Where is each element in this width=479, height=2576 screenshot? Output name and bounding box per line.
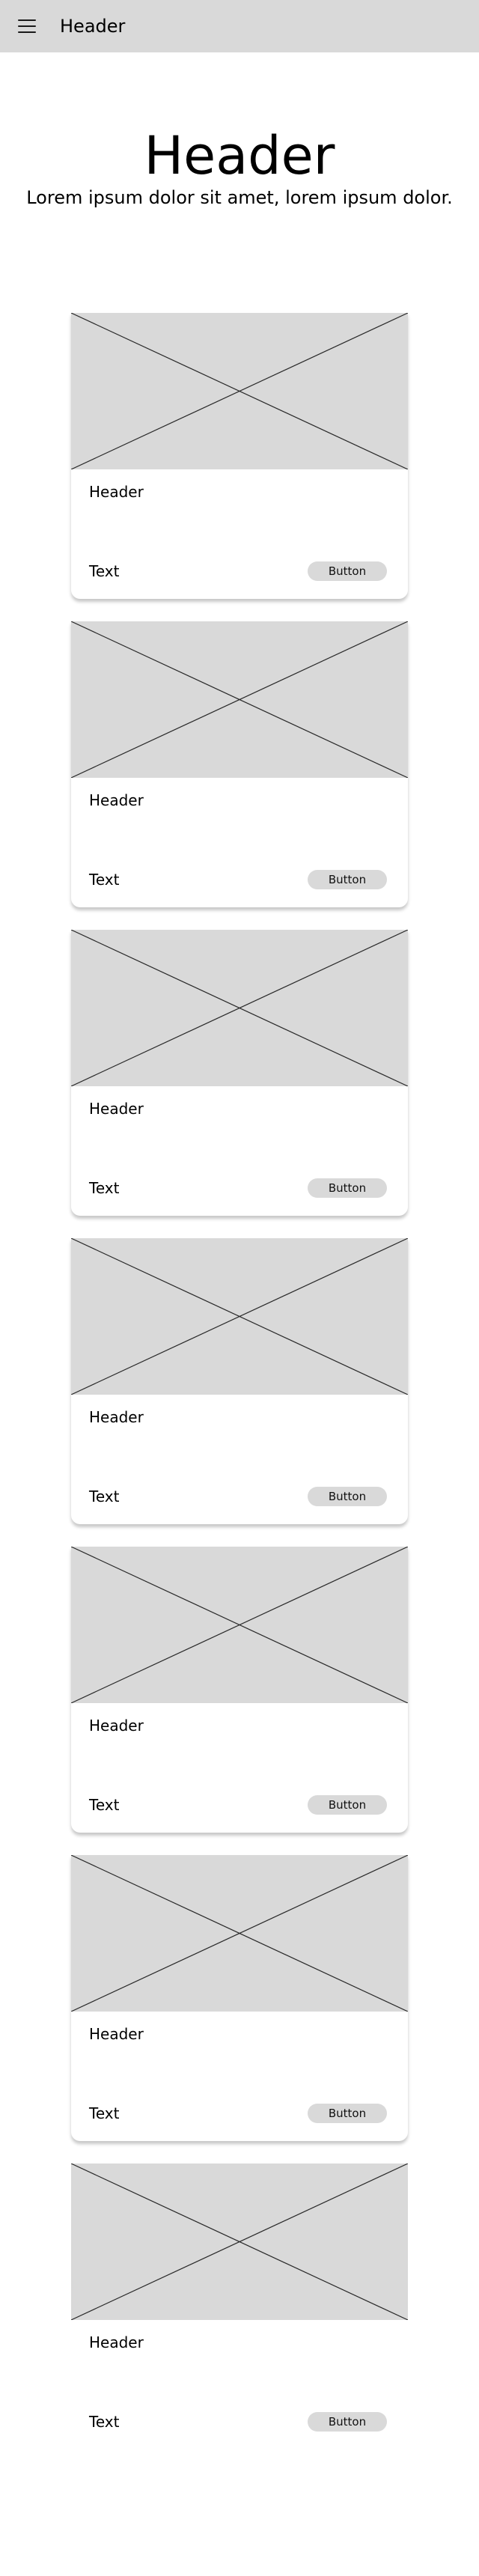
card-button[interactable]: Button bbox=[308, 2412, 387, 2432]
card: Header Text Button bbox=[71, 2164, 408, 2449]
card-header: Header bbox=[89, 1717, 144, 1735]
image-placeholder-icon bbox=[71, 1547, 408, 1703]
card-text: Text bbox=[89, 1179, 120, 1197]
card-button[interactable]: Button bbox=[308, 1178, 387, 1198]
card: Header Text Button bbox=[71, 621, 408, 907]
image-placeholder-icon bbox=[71, 2164, 408, 2320]
card-header: Header bbox=[89, 1100, 144, 1118]
top-app-bar: Header bbox=[0, 0, 479, 52]
image-placeholder-icon bbox=[71, 621, 408, 778]
hamburger-menu-icon[interactable] bbox=[18, 19, 36, 34]
card-list: Header Text Button Header Text Button Header Te… bbox=[71, 313, 408, 2472]
card-button[interactable]: Button bbox=[308, 1487, 387, 1506]
card: Header Text Button bbox=[71, 1238, 408, 1524]
card: Header Text Button bbox=[71, 930, 408, 1216]
image-placeholder-icon bbox=[71, 1238, 408, 1395]
card: Header Text Button bbox=[71, 1547, 408, 1833]
card-button[interactable]: Button bbox=[308, 561, 387, 581]
card-header: Header bbox=[89, 791, 144, 809]
image-placeholder-icon bbox=[71, 1855, 408, 2012]
card-header: Header bbox=[89, 2025, 144, 2043]
card-button[interactable]: Button bbox=[308, 1795, 387, 1815]
card-text: Text bbox=[89, 871, 120, 889]
card-header: Header bbox=[89, 483, 144, 501]
card-text: Text bbox=[89, 562, 120, 580]
card-text: Text bbox=[89, 2104, 120, 2122]
card-header: Header bbox=[89, 1408, 144, 1426]
page-title: Header bbox=[144, 125, 335, 186]
page-subtitle: Lorem ipsum dolor sit amet, lorem ipsum … bbox=[26, 187, 453, 208]
image-placeholder-icon bbox=[71, 930, 408, 1086]
card-text: Text bbox=[89, 1488, 120, 1505]
card-button[interactable]: Button bbox=[308, 2104, 387, 2123]
card-text: Text bbox=[89, 2413, 120, 2431]
app-bar-title: Header bbox=[60, 16, 126, 37]
image-placeholder-icon bbox=[71, 313, 408, 469]
card-text: Text bbox=[89, 1796, 120, 1814]
card: Header Text Button bbox=[71, 313, 408, 599]
card-button[interactable]: Button bbox=[308, 870, 387, 889]
card: Header Text Button bbox=[71, 1855, 408, 2141]
card-header: Header bbox=[89, 2333, 144, 2351]
